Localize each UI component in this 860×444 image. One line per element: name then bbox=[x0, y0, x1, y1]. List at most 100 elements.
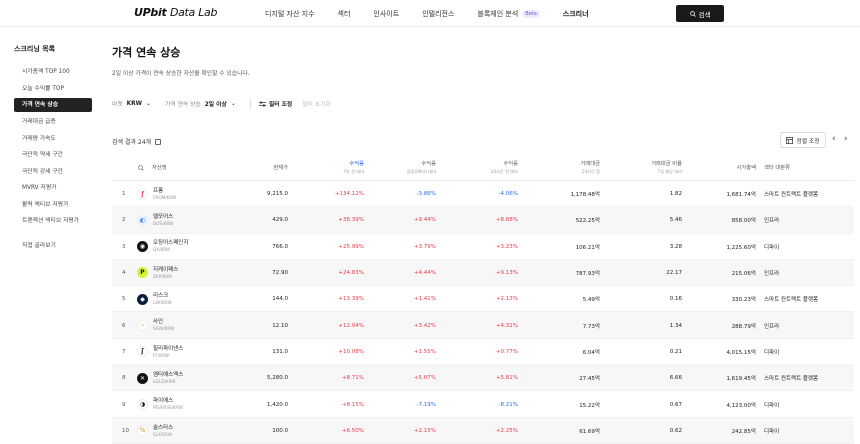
col-volume-ratio-label: 거래대금 비율 bbox=[651, 161, 682, 167]
row-rank: 1 bbox=[122, 191, 126, 198]
table-row[interactable]: 7 ʃ 힐리파이낸스 FF/KRW 131.0 +10.08% +1.55% +0.77% 6.… bbox=[112, 339, 854, 366]
sidebar-item-price-streak[interactable]: 가격 연속 상승 bbox=[14, 98, 92, 112]
return-24h-cell: +2.25% bbox=[495, 427, 518, 434]
asset-name-cell[interactable]: 지케이패스 ZKP/KRW bbox=[153, 260, 178, 286]
table-row[interactable]: 4 P 지케이패스 ZKP/KRW 72.90 +24.83% +4.44% +9.13% 78… bbox=[112, 259, 854, 287]
asset-name: 프롬 bbox=[153, 187, 164, 194]
asset-code: SIGN/KRW bbox=[153, 326, 175, 332]
volume-ratio-cell: 0.16 bbox=[669, 296, 682, 303]
sidebar-item-today-return[interactable]: 오늘 수익률 TOP bbox=[14, 81, 92, 98]
prev-page-arrow-icon[interactable]: ‹ bbox=[832, 134, 836, 144]
volume-cell: 106.21억 bbox=[575, 244, 600, 251]
sidebar-item-volume-surge[interactable]: 거래대금 급증 bbox=[14, 114, 92, 131]
sidebar-item-active-addr[interactable]: 활력 액티브 저평가 bbox=[14, 197, 92, 214]
return-prev-cell: -3.86% bbox=[416, 191, 436, 198]
sidebar-item-extreme-weak[interactable]: 극단적 약세 구간 bbox=[14, 147, 92, 164]
asset-name-cell[interactable]: 프롬 FROM/KRW bbox=[153, 181, 176, 207]
return-prev-cell: +4.44% bbox=[413, 270, 436, 277]
return-24h-cell: -4.06% bbox=[498, 191, 518, 198]
sidebar-item-volume-accel[interactable]: 거래량 가속도 bbox=[14, 131, 92, 148]
upbit-datalab-logo[interactable]: UPbit Data Lab bbox=[134, 6, 217, 19]
asset-name-cell[interactable]: 힐리파이낸스 FF/KRW bbox=[153, 339, 183, 365]
asset-name-cell[interactable]: 사인 SIGN/KRW bbox=[153, 312, 174, 338]
col-price[interactable]: 현재가 bbox=[273, 165, 288, 172]
return-24h-cell: +2.13% bbox=[495, 296, 518, 303]
search-icon bbox=[689, 10, 696, 17]
sidebar-item-mvrv[interactable]: MVRV 저평가 bbox=[14, 180, 92, 197]
col-return-24h-sub: 24시간 전 대비 bbox=[490, 169, 518, 174]
filter-reset-button[interactable]: 필터 초기화 bbox=[302, 99, 331, 108]
market-filter[interactable]: 마켓 KRW ⌄ bbox=[112, 99, 151, 108]
asset-name: 사인 bbox=[153, 319, 164, 326]
return-7d-cell: +8.71% bbox=[341, 375, 364, 382]
return-24h-cell: +4.31% bbox=[495, 322, 518, 329]
filter-value: KRW bbox=[126, 100, 143, 107]
asset-name-cell[interactable]: 엘모어스 DOS/KRW bbox=[153, 207, 173, 233]
asset-name-cell[interactable]: 슬스타스 SLX/KRW bbox=[153, 418, 173, 444]
col-return-prev[interactable]: 수익률 장동(09시) 대비 bbox=[407, 161, 436, 175]
col-return-7d[interactable]: 수익률 7일 전 대비 bbox=[343, 161, 364, 175]
asset-code: QX/KRW bbox=[153, 247, 171, 253]
sidebar-item-top100[interactable]: 시가총액 TOP 100 bbox=[14, 64, 92, 81]
asset-name: 지케이패스 bbox=[153, 266, 179, 273]
asset-name-cell[interactable]: 리스크 LSK/KRW bbox=[153, 286, 172, 312]
return-prev-cell: +2.15% bbox=[413, 427, 436, 434]
table-row[interactable]: 1 ƒ 프롬 FROM/KRW 9,215.0 +134.12% -3.86% -4.06% 1… bbox=[112, 181, 854, 208]
table-row[interactable]: 10% 슬스타스 SLX/KRW 100.0 +6.50% +2.15% +2.25% 61.… bbox=[112, 417, 854, 444]
asset-name: 엘모어스 bbox=[153, 214, 174, 221]
marketcap-cell: 858.00억 bbox=[731, 218, 756, 225]
col-volume-ratio-sub: 7일 평균 대비 bbox=[657, 169, 682, 174]
nav-item-screener[interactable]: 스크리너 bbox=[563, 9, 589, 19]
nav-item-insight[interactable]: 인사이트 bbox=[373, 9, 399, 19]
table-row[interactable]: 3 ◉ 오징어스페인지 QX/KRW 766.0 +25.99% +3.79% +3.23% 1… bbox=[112, 234, 854, 260]
next-page-arrow-icon[interactable]: › bbox=[844, 134, 848, 144]
table-row[interactable]: 6 ~ 사인 SIGN/KRW 12.10 +12.04% +3.42% +4.31% 7.73… bbox=[112, 312, 854, 339]
asset-code: DOS/KRW bbox=[153, 221, 174, 227]
sort-adjust-button[interactable]: 정렬 조정 bbox=[780, 132, 826, 148]
nav-item-intelligence[interactable]: 인텔리전스 bbox=[422, 9, 454, 19]
asset-code: SLX/KRW bbox=[153, 431, 172, 437]
col-return-24h[interactable]: 수익률 24시간 전 대비 bbox=[491, 161, 518, 175]
asset-code: FF/KRW bbox=[153, 352, 169, 358]
volume-cell: 61.69억 bbox=[579, 428, 600, 435]
sidebar-item-extreme-strong[interactable]: 극단적 강세 구간 bbox=[14, 164, 92, 181]
sidebar-item-custom[interactable]: 직접 골라보기 bbox=[14, 238, 92, 255]
return-7d-cell: +8.15% bbox=[341, 401, 364, 408]
col-volume-ratio[interactable]: 거래대금 비율 7일 평균 대비 bbox=[651, 161, 682, 175]
table-row[interactable]: 2 ◐ 엘모어스 DOS/KRW 429.0 +38.39% +9.44% +8.88% 522… bbox=[112, 207, 854, 234]
logo-main-text: UPbit bbox=[134, 6, 167, 19]
volume-ratio-cell: 1.82 bbox=[669, 191, 682, 198]
copy-icon[interactable] bbox=[155, 138, 162, 145]
return-24h-cell: +5.81% bbox=[495, 375, 518, 382]
asset-name-cell[interactable]: 파이에스 PEVERSE/KRW bbox=[153, 391, 183, 417]
col-sector[interactable]: 섹터 대분류 bbox=[764, 165, 790, 172]
marketcap-cell: 4,015.15억 bbox=[726, 349, 756, 356]
sliders-icon bbox=[258, 101, 266, 106]
table-row[interactable]: 9 ◑ 파이에스 PEVERSE/KRW 1,420.0 +8.15% -7.19% -8.2… bbox=[112, 391, 854, 418]
col-asset[interactable]: 자산명 bbox=[152, 165, 167, 172]
sector-cell: 스마트 컨트랙트 플랫폼 bbox=[764, 376, 819, 383]
table-row[interactable]: 8 ✕ 엠티에스엑스 EGLD/KRW 5,280.0 +8.71% +5.07% +5.81… bbox=[112, 365, 854, 392]
col-marketcap[interactable]: 시가총액 bbox=[737, 165, 757, 172]
coin-logo-icon: ✕ bbox=[137, 372, 148, 384]
search-button[interactable]: 검색 bbox=[676, 5, 724, 22]
col-volume-label: 거래대금 bbox=[580, 161, 601, 167]
nav-item-sector[interactable]: 섹터 bbox=[338, 9, 351, 19]
asset-name-cell[interactable]: 엠티에스엑스 EGLD/KRW bbox=[153, 365, 183, 391]
col-volume[interactable]: 거래대금 24시간 합 bbox=[581, 161, 601, 175]
row-rank: 9 bbox=[122, 401, 126, 408]
asset-name: 파이에스 bbox=[153, 398, 174, 405]
filter-value: 2일 이상 bbox=[204, 102, 227, 108]
asset-code: FROM/KRW bbox=[153, 194, 177, 200]
return-7d-cell: +12.04% bbox=[338, 322, 364, 329]
filter-adjust-button[interactable]: 필터 조정 bbox=[258, 99, 292, 108]
price-cell: 766.0 bbox=[272, 243, 288, 250]
nav-item-index[interactable]: 디지털 자산 지수 bbox=[265, 9, 315, 19]
return-24h-cell: +0.77% bbox=[495, 348, 518, 355]
sidebar-item-tx-active[interactable]: 트랜잭션 액티브 저평가 bbox=[14, 213, 92, 230]
table-row[interactable]: 5 ◆ 리스크 LSK/KRW 144.0 +13.39% +1.41% +2.13% 5.49… bbox=[112, 286, 854, 313]
nav-item-blockchain[interactable]: 블록체인 분석 Beta bbox=[477, 9, 540, 19]
nav-label: 섹터 bbox=[337, 9, 351, 18]
streak-filter[interactable]: 가격 연속 상승 2일 이상 ⌄ bbox=[165, 99, 236, 108]
asset-name-cell[interactable]: 오징어스페인지 QX/KRW bbox=[153, 234, 188, 260]
